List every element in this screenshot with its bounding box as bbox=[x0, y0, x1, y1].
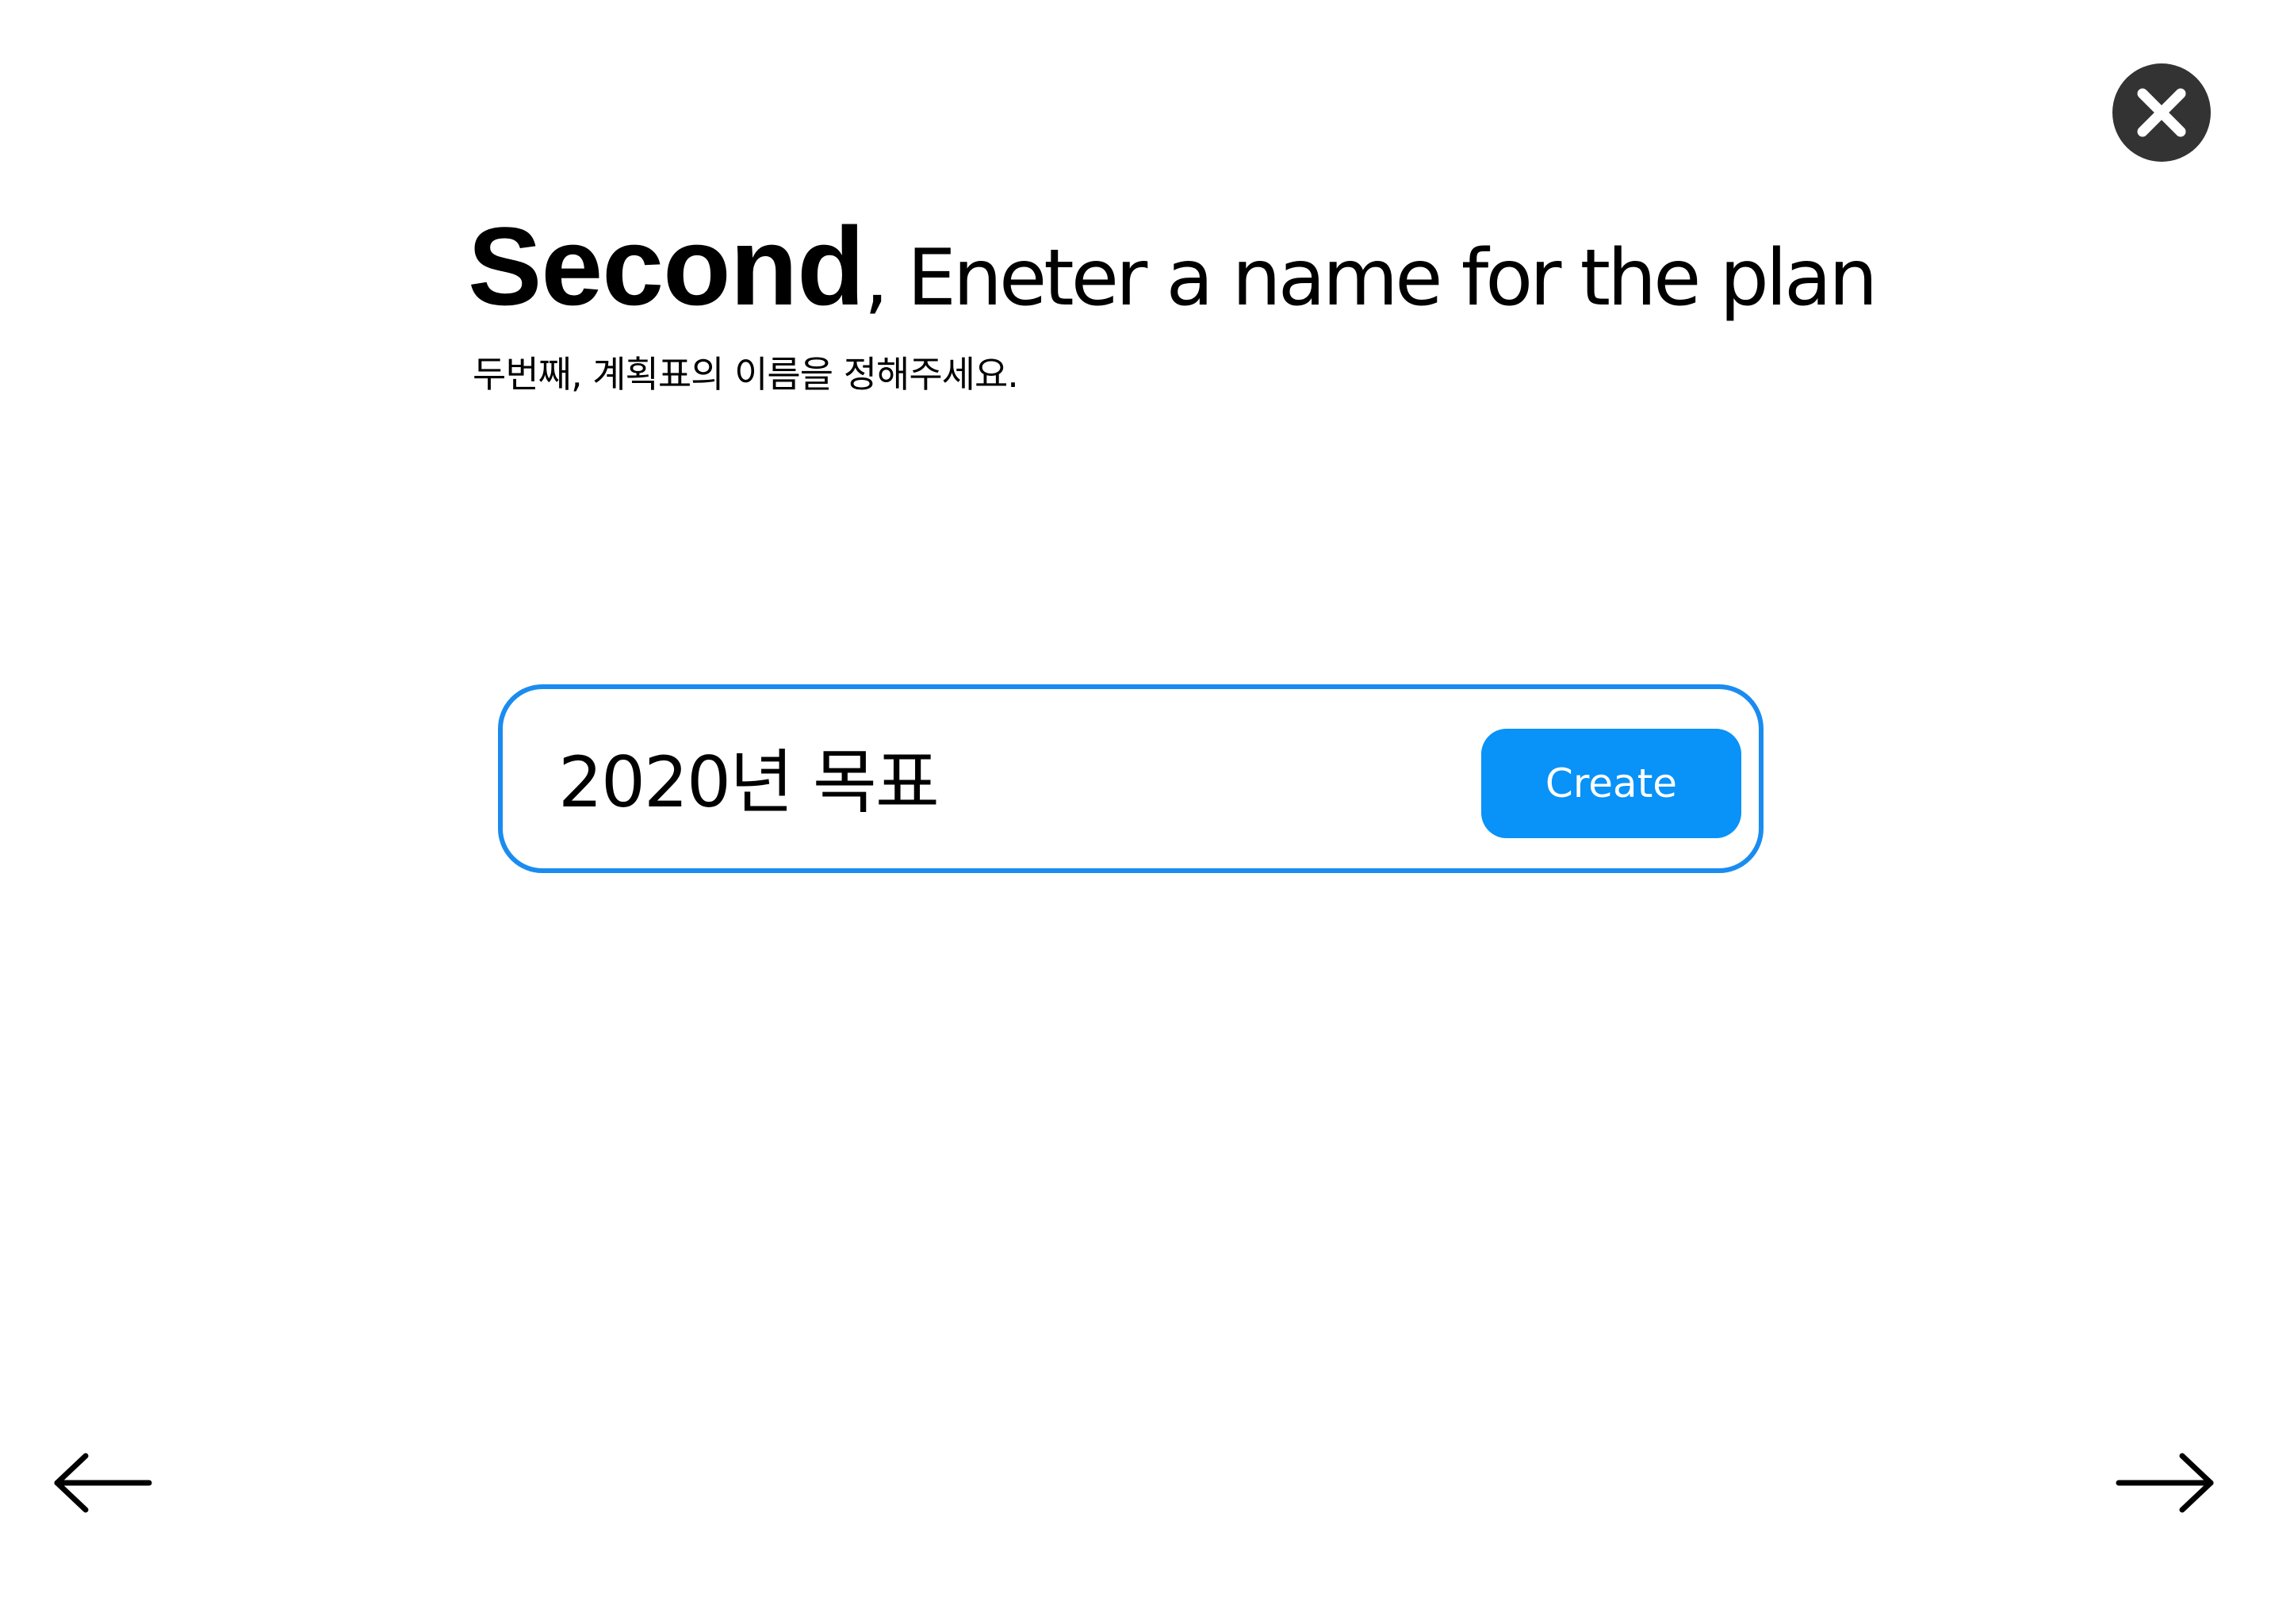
back-button[interactable] bbox=[52, 1451, 152, 1515]
close-button[interactable] bbox=[2112, 63, 2211, 162]
arrow-left-icon bbox=[54, 1453, 152, 1513]
next-button[interactable] bbox=[2116, 1451, 2215, 1515]
plan-name-form: Create bbox=[498, 684, 1764, 873]
arrow-right-icon bbox=[2116, 1453, 2214, 1513]
page-subtitle: 두번째, 계획표의 이름을 정해주세요. bbox=[473, 353, 1019, 396]
close-icon bbox=[2137, 88, 2186, 137]
page-title-step: Second bbox=[468, 204, 865, 328]
plan-name-input[interactable] bbox=[558, 721, 1430, 832]
page-title: Second, Eneter a name for the plan bbox=[468, 211, 1878, 324]
page-title-instruction: , Eneter a name for the plan bbox=[864, 233, 1878, 324]
create-button[interactable]: Create bbox=[1481, 729, 1741, 838]
